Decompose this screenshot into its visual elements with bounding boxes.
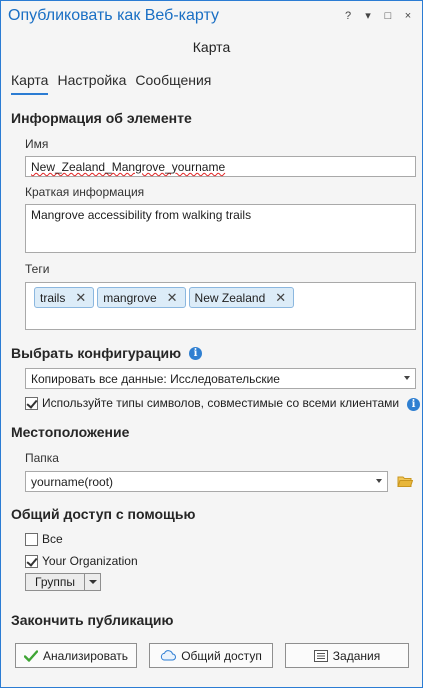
tags-field[interactable]: trails ✕ mangrove ✕ New Zealand ✕	[25, 282, 416, 330]
pane-title: Опубликовать как Веб-карту	[8, 7, 219, 24]
maximize-icon[interactable]: □	[382, 9, 394, 23]
organization-checkbox[interactable]	[25, 554, 38, 568]
tab-messages[interactable]: Сообщения	[135, 72, 211, 95]
remove-tag-icon[interactable]: ✕	[167, 290, 178, 306]
help-icon[interactable]: ?	[342, 9, 354, 23]
summary-field[interactable]: Mangrove accessibility from walking trai…	[25, 204, 416, 253]
remove-tag-icon[interactable]: ✕	[275, 290, 286, 306]
jobs-button[interactable]: Задания	[285, 643, 409, 668]
summary-label: Краткая информация	[25, 185, 145, 199]
tag-chip: mangrove ✕	[97, 287, 186, 308]
configuration-heading: Выбрать конфигурацию i	[11, 345, 203, 361]
tag-chip: New Zealand ✕	[188, 287, 295, 308]
title-controls: ? ▾ □ ×	[342, 9, 414, 23]
everyone-checkbox[interactable]	[25, 532, 38, 546]
share-button[interactable]: Общий доступ	[149, 643, 273, 668]
name-label: Имя	[25, 137, 49, 151]
chevron-down-icon	[376, 479, 382, 483]
groups-button[interactable]: Группы	[26, 574, 84, 590]
publish-web-map-pane: Опубликовать как Веб-карту ? ▾ □ × Карта…	[0, 0, 423, 688]
tags-label: Теги	[25, 262, 50, 276]
analyze-button[interactable]: Анализировать	[15, 643, 137, 668]
summary-value: Mangrove accessibility from walking trai…	[31, 208, 252, 222]
jobs-list-icon	[313, 649, 328, 662]
cloud-icon	[161, 650, 177, 661]
pane-titlebar: Опубликовать как Веб-карту ? ▾ □ ×	[1, 1, 422, 33]
tag-chip: trails ✕	[34, 287, 95, 308]
folder-icon[interactable]	[397, 475, 414, 491]
sharing-heading: Общий доступ с помощью	[11, 506, 196, 522]
folder-dropdown[interactable]: yourname(root)	[25, 471, 388, 492]
chevron-down-icon	[404, 376, 410, 380]
options-menu-icon[interactable]: ▾	[362, 9, 374, 23]
share-everyone-option[interactable]: Все	[25, 532, 63, 546]
finish-heading: Закончить публикацию	[11, 612, 174, 628]
tab-strip: Карта Настройка Сообщения	[11, 72, 211, 95]
symbol-types-option[interactable]: Используйте типы символов, совместимые с…	[25, 396, 399, 410]
folder-label: Папка	[25, 451, 59, 465]
item-info-heading: Информация об элементе	[11, 110, 192, 126]
name-value: New_Zealand_Mangrove_yourname	[31, 160, 226, 174]
chevron-down-icon[interactable]	[83, 574, 100, 590]
symbol-types-checkbox[interactable]	[25, 396, 38, 410]
share-organization-option[interactable]: Your Organization	[25, 554, 138, 568]
info-icon[interactable]: i	[189, 346, 203, 360]
remove-tag-icon[interactable]: ✕	[75, 290, 86, 306]
configuration-dropdown[interactable]: Копировать все данные: Исследовательские	[25, 368, 416, 389]
tab-settings[interactable]: Настройка	[57, 72, 126, 95]
name-field[interactable]: New_Zealand_Mangrove_yourname	[25, 156, 416, 177]
info-icon[interactable]: i	[407, 398, 420, 411]
checkmark-icon	[24, 649, 39, 662]
close-icon[interactable]: ×	[402, 9, 414, 23]
location-heading: Местоположение	[11, 424, 130, 440]
groups-split-button[interactable]: Группы	[25, 573, 101, 591]
pane-subtitle: Карта	[192, 39, 231, 55]
tab-map[interactable]: Карта	[11, 72, 49, 95]
